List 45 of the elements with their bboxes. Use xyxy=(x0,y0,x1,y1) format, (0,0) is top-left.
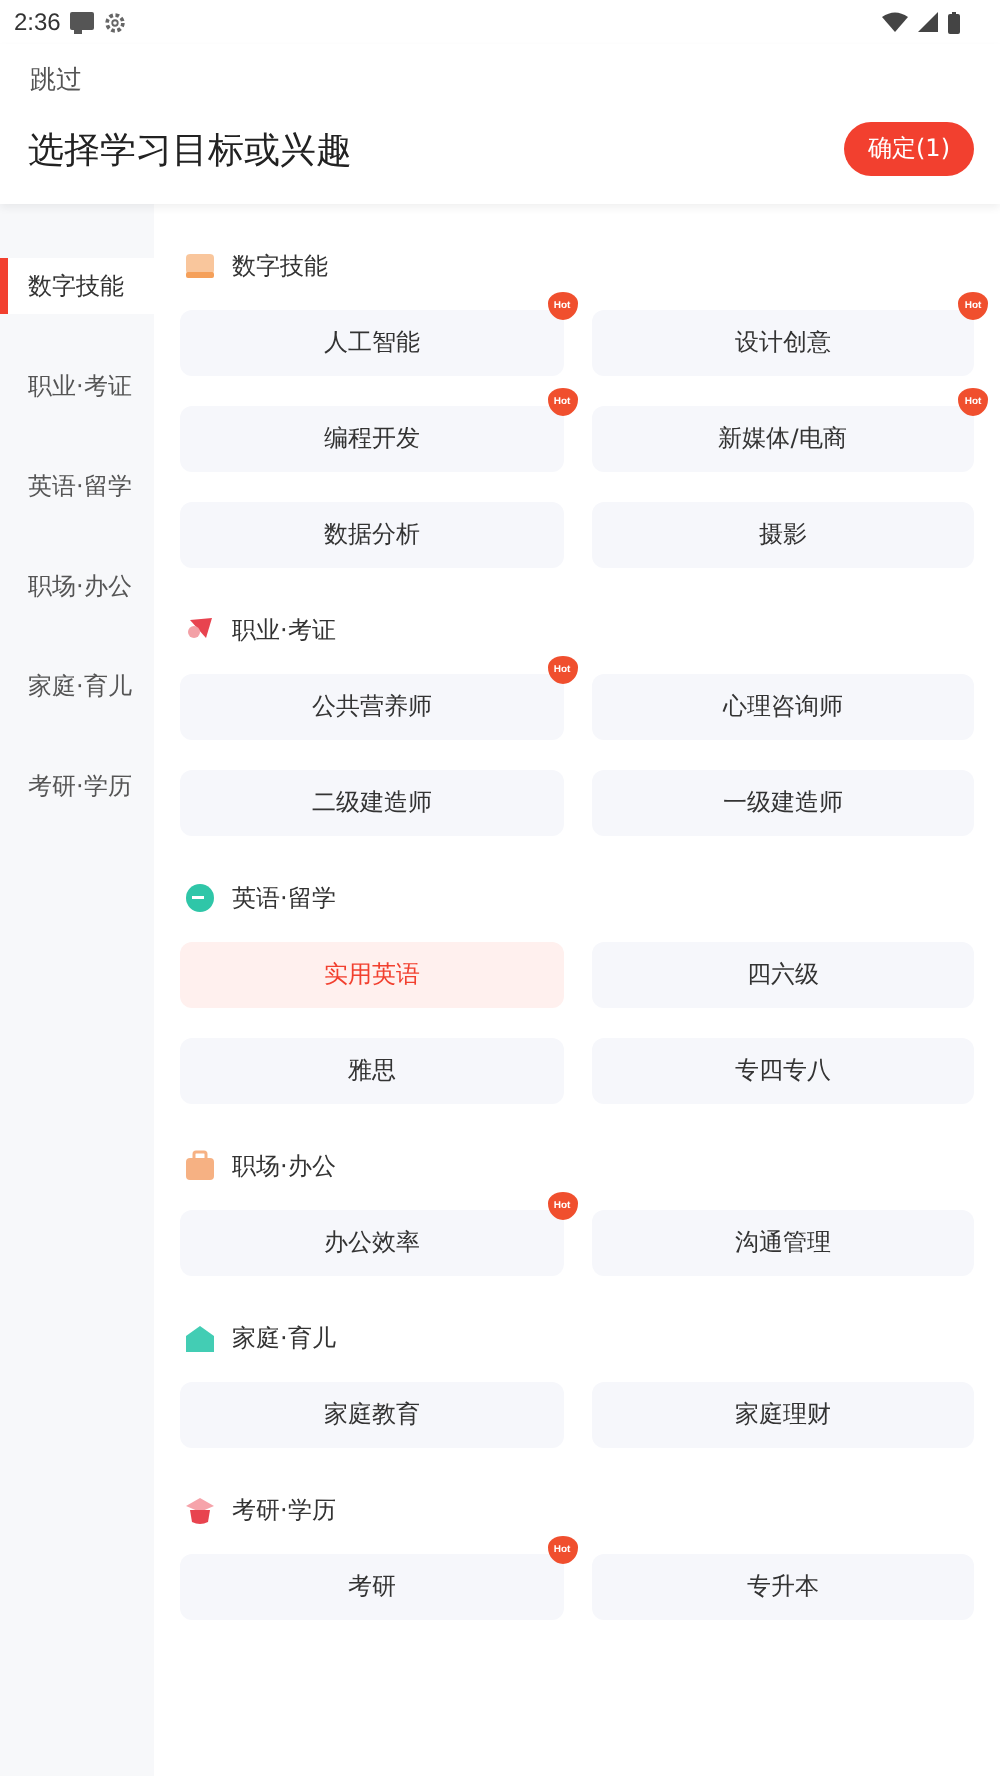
topic-chip[interactable]: 雅思 xyxy=(180,1038,563,1104)
category-tab[interactable]: 职业·考证 xyxy=(0,336,154,436)
topic-chip[interactable]: 公共营养师 xyxy=(180,674,563,740)
topic-chip[interactable]: 人工智能 xyxy=(180,310,563,376)
category-tab[interactable]: 职场·办公 xyxy=(0,536,154,636)
category-tab[interactable]: 家庭·育儿 xyxy=(0,636,154,736)
topic-chip[interactable]: 数据分析 xyxy=(180,502,563,568)
topic-chip[interactable]: 办公效率 xyxy=(180,1210,563,1276)
graduation-cap-icon xyxy=(184,1494,216,1526)
category-tab[interactable]: 数字技能 xyxy=(0,258,154,314)
topic-chip[interactable]: 设计创意 xyxy=(591,310,974,376)
topic-chip[interactable]: 编程开发 xyxy=(180,406,563,472)
topic-chip[interactable]: 专升本 xyxy=(591,1554,974,1620)
wifi-icon xyxy=(882,12,908,32)
round-badge-icon xyxy=(184,882,216,914)
topic-chip[interactable]: 新媒体/电商 xyxy=(591,406,974,472)
page-title: 选择学习目标或兴趣 xyxy=(28,127,352,173)
skip-button[interactable]: 跳过 xyxy=(20,58,92,102)
topic-chip[interactable]: 家庭教育 xyxy=(180,1382,563,1448)
topic-chip[interactable]: 摄影 xyxy=(591,502,974,568)
topic-chip[interactable]: 沟通管理 xyxy=(591,1210,974,1276)
section-title: 职场·办公 xyxy=(232,1149,336,1183)
section-title: 数字技能 xyxy=(232,249,328,283)
signal-icon xyxy=(918,12,938,32)
confirm-button[interactable]: 确定(1) xyxy=(844,122,974,176)
topic-chip[interactable]: 心理咨询师 xyxy=(591,674,974,740)
house-card-icon xyxy=(184,1322,216,1354)
topic-chip[interactable]: 专四专八 xyxy=(591,1038,974,1104)
topic-chip[interactable]: 二级建造师 xyxy=(180,770,563,836)
section-title: 英语·留学 xyxy=(232,881,336,915)
topic-chip[interactable]: 四六级 xyxy=(591,942,974,1008)
monitor-icon xyxy=(184,250,216,282)
topic-chip[interactable]: 家庭理财 xyxy=(591,1382,974,1448)
topic-chip[interactable]: 考研 xyxy=(180,1554,563,1620)
category-tab[interactable]: 考研·学历 xyxy=(0,736,154,836)
battery-icon xyxy=(948,11,960,33)
topic-chip[interactable]: 一级建造师 xyxy=(591,770,974,836)
section-title: 职业·考证 xyxy=(232,613,336,647)
category-tab[interactable]: 英语·留学 xyxy=(0,436,154,536)
section-title: 考研·学历 xyxy=(232,1493,336,1527)
section-title: 家庭·育儿 xyxy=(232,1321,336,1355)
settings-icon xyxy=(104,11,127,33)
notification-icon xyxy=(70,11,95,33)
status-time: 2:36 xyxy=(14,8,61,36)
briefcase-icon xyxy=(184,1150,216,1182)
